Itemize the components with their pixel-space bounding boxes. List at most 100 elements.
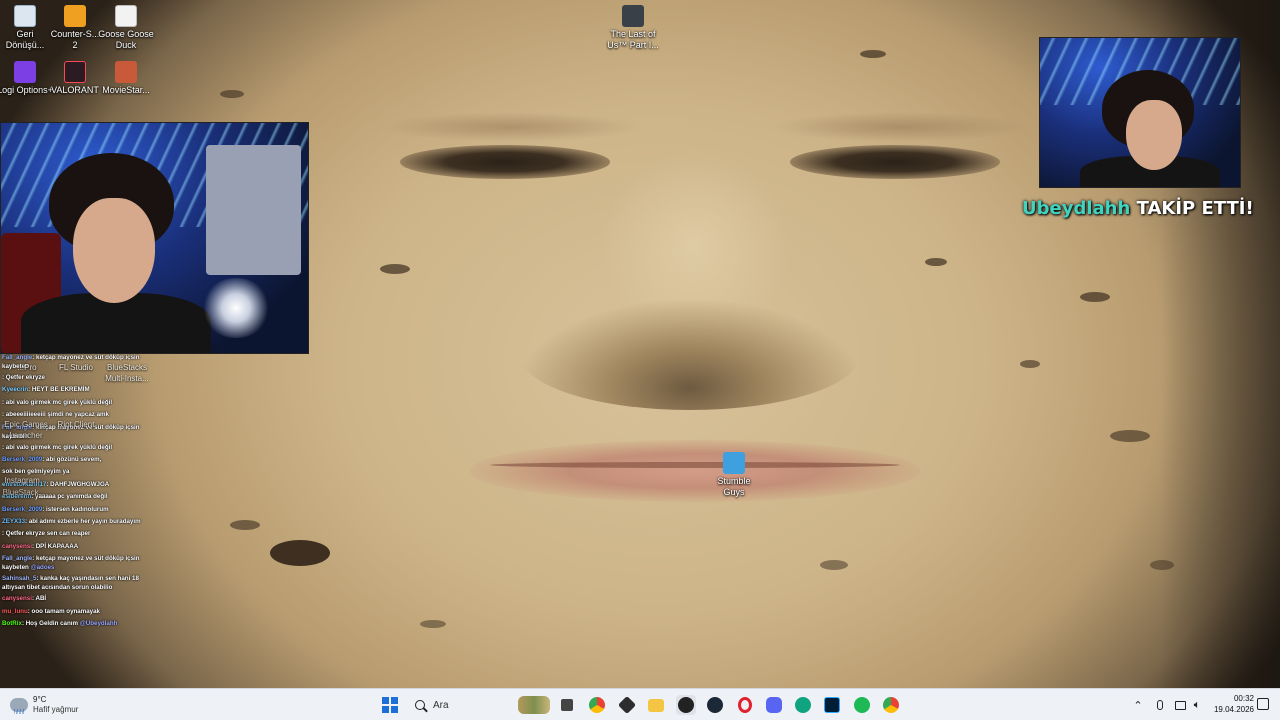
recycle-bin-icon: [14, 5, 36, 27]
mouth: [470, 440, 920, 502]
chat-message: ZEYX33: abi adımı ezberle her yayın bura…: [2, 518, 141, 526]
chrome-icon: [883, 697, 899, 713]
chrome-icon: [589, 697, 605, 713]
nose: [520, 300, 860, 410]
chat-message: Berserk_2009: istersen kadınolurum: [2, 505, 109, 513]
taskbar-app-cube[interactable]: [617, 695, 637, 715]
desktop-icon-riot-client[interactable]: Riot Client: [50, 419, 102, 430]
spotify-icon: [854, 697, 870, 713]
taskbar: 9°C Hafif yağmur Ara ⌃ 🔈︎ 00:32 19.04.20…: [0, 688, 1280, 720]
potato-spot: [925, 258, 947, 266]
desktop-icon-epic-games[interactable]: Epic Games Launcher: [0, 419, 52, 441]
chevron-up-icon: ⌃: [1133, 699, 1143, 712]
desktop-icon-moviestar[interactable]: MovieStar...: [98, 61, 154, 96]
goose-icon: [115, 5, 137, 27]
potato-spot: [270, 540, 330, 566]
chat-message: : abi valo girmek mc girek yüklü değil: [2, 398, 113, 406]
counter-strike-icon: [64, 5, 86, 27]
taskbar-app-spotify[interactable]: [852, 695, 872, 715]
chat-message: Berserk_2009: abi gözünü sevem,: [2, 456, 102, 464]
tinsel-decoration: [201, 278, 271, 338]
potato-spot: [860, 50, 886, 58]
chat-message: canysensi: ABİ: [2, 595, 47, 603]
taskbar-app-steam[interactable]: [705, 695, 725, 715]
task-view-icon: [561, 699, 573, 711]
desktop-icon-valorant[interactable]: VALORANT: [47, 61, 103, 96]
tray-volume[interactable]: 🔈︎: [1189, 695, 1205, 715]
taskbar-app-file-explorer[interactable]: [646, 695, 666, 715]
chat-message: Kyeecrin: HEYT BE EKREMİM: [2, 386, 90, 394]
desktop-icon-recycle-bin[interactable]: Geri Dönüşü...: [0, 5, 53, 51]
weather-temperature: 9°C: [33, 695, 47, 704]
windows-logo-icon: [382, 697, 398, 713]
speaker-icon: 🔈︎: [1193, 698, 1201, 711]
clock-date: 19.04.2026: [1213, 705, 1254, 714]
desktop-icon-instagram[interactable]: Instagram: [0, 475, 48, 486]
taskbar-app-task-view[interactable]: [557, 695, 577, 715]
taskbar-app-photoshop[interactable]: [822, 695, 842, 715]
desktop-icon-counter-strike[interactable]: Counter-S... 2: [47, 5, 103, 51]
moviestar-icon: [115, 61, 137, 83]
headboard: [206, 145, 301, 275]
chat-message: Fall_angle: ketçap mayonez ve süt döküp …: [2, 555, 140, 572]
taskbar-app-obs[interactable]: [676, 695, 696, 715]
chat-message: mu_lunu: ooo tamam oynamayak: [2, 607, 100, 615]
desktop-icon-logi-options[interactable]: Logi Options+: [0, 61, 53, 96]
folder-icon: [648, 698, 664, 712]
desktop-icon-goose-goose-duck[interactable]: Goose Goose Duck: [98, 5, 154, 51]
desktop-icon-bluestacks-multi[interactable]: BlueStacks Multi-Insta...: [100, 362, 154, 384]
webcam-overlay-secondary: [1039, 37, 1241, 188]
potato-spot: [820, 560, 848, 570]
weather-description: Hafif yağmur: [33, 705, 79, 714]
taskbar-app-chrome[interactable]: [587, 695, 607, 715]
search-icon: [415, 700, 425, 710]
potato-spot: [230, 520, 260, 530]
alert-message: TAKİP ETTİ!: [1136, 198, 1254, 219]
tlou-icon: [622, 5, 644, 27]
taskbar-app-assistant[interactable]: [793, 695, 813, 715]
desktop-icon-bluestacks[interactable]: BlueStack...: [0, 487, 50, 498]
desktop-icon-stumble-guys[interactable]: Stumble Guys: [706, 452, 762, 498]
tray-overflow-chevron[interactable]: ⌃: [1130, 695, 1146, 715]
webcam-overlay-main: [0, 122, 309, 354]
rain-cloud-icon: [10, 698, 28, 714]
valorant-icon: [64, 61, 86, 83]
potato-spot: [220, 90, 244, 98]
chat-message: canysensi: DPİ KAPAAAA: [2, 542, 79, 550]
potato-spot: [420, 620, 446, 628]
taskbar-clock[interactable]: 00:32 19.04.2026: [1208, 693, 1254, 715]
right-brow-shading: [770, 112, 1030, 142]
potato-spot: [1020, 360, 1040, 368]
mouth-line: [490, 462, 900, 468]
taskbar-app-discord[interactable]: [764, 695, 784, 715]
taskbar-app-chrome-2[interactable]: [881, 695, 901, 715]
chat-message: BotRix: Hoş Geldin canım @Ubeydlahh: [2, 620, 118, 628]
discord-icon: [766, 697, 782, 713]
streamer-face: [73, 198, 155, 303]
tray-microphone[interactable]: [1152, 695, 1168, 715]
taskbar-app-opera[interactable]: [735, 695, 755, 715]
tray-network[interactable]: [1172, 695, 1188, 715]
steam-icon: [707, 697, 723, 713]
taskbar-search[interactable]: Ara: [406, 694, 552, 716]
desktop-icon-the-last-of-us[interactable]: The Last of Us™ Part I...: [605, 5, 661, 51]
potato-spot: [380, 264, 410, 274]
alert-username: Ubeydlahh: [1022, 198, 1131, 219]
microphone-icon: [1157, 700, 1163, 710]
obs-icon: [678, 697, 694, 713]
stumble-guys-icon: [723, 452, 745, 474]
notification-bell-icon[interactable]: [1257, 698, 1269, 710]
potato-spot: [1110, 430, 1150, 442]
chat-message: : abi valo girmek mc girek yüklü değil: [2, 443, 113, 451]
desktop-icon-fl-studio[interactable]: FL Studio: [50, 362, 102, 373]
logi-icon: [14, 61, 36, 83]
potato-spot: [1080, 292, 1110, 302]
weather-widget[interactable]: 9°C Hafif yağmur: [10, 692, 78, 718]
opera-icon: [738, 697, 752, 713]
assistant-icon: [795, 697, 811, 713]
follow-alert: Ubeydlahh TAKİP ETTİ!: [1022, 198, 1272, 219]
start-button[interactable]: [380, 695, 400, 715]
desktop-icon-pro[interactable]: ...Pro: [2, 362, 52, 373]
chat-message: Sahinsah_5: kanka kaç yaşındasın sen han…: [2, 575, 139, 592]
left-eye: [400, 145, 610, 179]
